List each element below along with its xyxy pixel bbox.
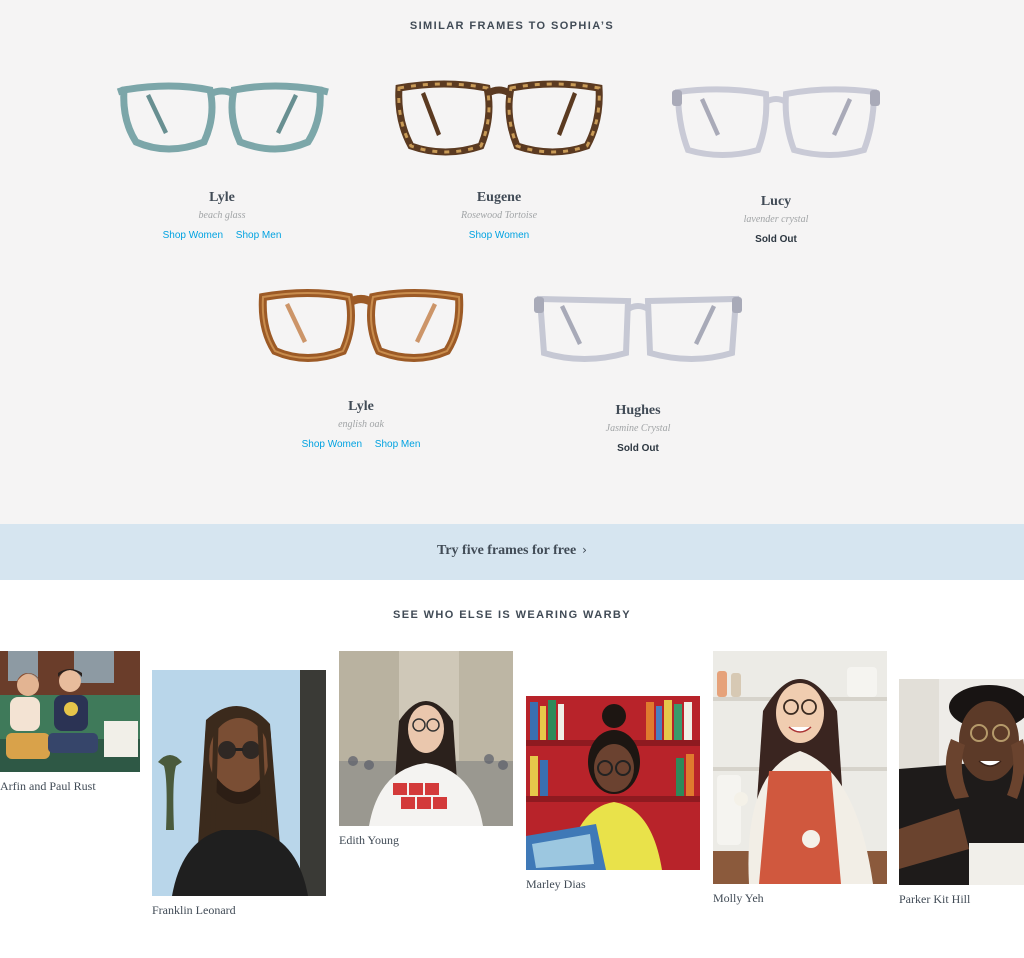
customer-name: Molly Yeh bbox=[713, 891, 764, 905]
frame-actions: Shop Women Shop Men bbox=[241, 439, 481, 455]
customer-photo[interactable] bbox=[152, 670, 326, 896]
frame-actions: Shop Women Shop Men bbox=[102, 230, 342, 246]
frame-color-name: lavender crystal bbox=[743, 214, 809, 225]
glasses-image[interactable] bbox=[664, 80, 888, 170]
similar-frames-section: SIMILAR FRAMES TO SOPHIA’S Lyle beach gl… bbox=[0, 0, 1024, 524]
glasses-image[interactable] bbox=[249, 285, 473, 375]
customer-photo[interactable] bbox=[339, 651, 513, 826]
glasses-image[interactable] bbox=[110, 76, 334, 166]
customer-photo-illustration bbox=[713, 651, 887, 884]
customer-photo[interactable] bbox=[899, 679, 1024, 885]
shop-men-link[interactable]: Shop Men bbox=[375, 439, 421, 450]
customer-photo[interactable] bbox=[0, 651, 140, 772]
frame-color-name: beach glass bbox=[198, 210, 246, 221]
frame-name: Eugene bbox=[476, 190, 522, 205]
frame-name: Hughes bbox=[615, 403, 661, 418]
customer-name: Parker Kit Hill bbox=[899, 892, 971, 906]
customer-card-marley-dias[interactable]: Marley Dias bbox=[526, 696, 700, 892]
shop-women-link[interactable]: Shop Women bbox=[469, 230, 529, 241]
frame-actions: Sold Out bbox=[656, 234, 896, 250]
sold-out-label: Sold Out bbox=[755, 234, 797, 245]
shop-women-link[interactable]: Shop Women bbox=[163, 230, 223, 241]
customer-card-molly-yeh[interactable]: Molly Yeh bbox=[713, 651, 887, 906]
frame-card-lucy-lavender-crystal[interactable]: Lucy lavender crystal Sold Out bbox=[656, 80, 896, 250]
customer-name: Marley Dias bbox=[526, 877, 586, 891]
customer-card-arfin-and-paul-rust[interactable]: Arfin and Paul Rust bbox=[0, 651, 140, 794]
frame-card-lyle-beach-glass[interactable]: Lyle beach glass Shop Women Shop Men bbox=[102, 76, 342, 246]
page: SIMILAR FRAMES TO SOPHIA’S Lyle beach gl… bbox=[0, 0, 1024, 958]
customer-name: Franklin Leonard bbox=[152, 903, 236, 917]
customer-card-franklin-leonard[interactable]: Franklin Leonard bbox=[152, 670, 326, 918]
try-five-frames-banner[interactable]: Try five frames for free › bbox=[0, 524, 1024, 580]
frame-actions: Shop Women bbox=[379, 230, 619, 246]
customer-name: Edith Young bbox=[339, 833, 400, 847]
customer-photo-illustration bbox=[899, 679, 1024, 885]
customers-heading: SEE WHO ELSE IS WEARING WARBY bbox=[392, 609, 631, 621]
customer-photo[interactable] bbox=[713, 651, 887, 884]
customer-photo-illustration bbox=[526, 696, 700, 870]
glasses-image[interactable] bbox=[387, 76, 611, 166]
frame-color-name: Jasmine Crystal bbox=[605, 423, 671, 434]
frame-card-hughes-jasmine-crystal[interactable]: Hughes Jasmine Crystal Sold Out bbox=[518, 289, 758, 459]
customer-name: Arfin and Paul Rust bbox=[0, 779, 96, 793]
customer-card-parker-kit-hill[interactable]: Parker Kit Hill bbox=[899, 679, 1024, 907]
frame-actions: Sold Out bbox=[518, 443, 758, 459]
customer-photo-illustration bbox=[0, 651, 140, 772]
sold-out-label: Sold Out bbox=[617, 443, 659, 454]
frame-card-lyle-english-oak[interactable]: Lyle english oak Shop Women Shop Men bbox=[241, 285, 481, 455]
customer-photo-illustration bbox=[152, 670, 326, 896]
frame-color-name: Rosewood Tortoise bbox=[460, 210, 538, 221]
glasses-image[interactable] bbox=[526, 289, 750, 379]
customer-photo[interactable] bbox=[526, 696, 700, 870]
similar-frames-heading: SIMILAR FRAMES TO SOPHIA’S bbox=[409, 20, 615, 32]
customer-photo-illustration bbox=[339, 651, 513, 826]
shop-women-link[interactable]: Shop Women bbox=[302, 439, 362, 450]
frame-color-name: english oak bbox=[338, 419, 384, 430]
customer-card-edith-young[interactable]: Edith Young bbox=[339, 651, 513, 848]
chevron-right-icon[interactable]: › bbox=[582, 543, 587, 557]
shop-men-link[interactable]: Shop Men bbox=[236, 230, 282, 241]
frame-name: Lyle bbox=[209, 190, 235, 205]
frame-card-eugene-rosewood-tortoise[interactable]: Eugene Rosewood Tortoise Shop Women bbox=[379, 76, 619, 246]
frame-name: Lucy bbox=[760, 194, 792, 209]
banner-label[interactable]: Try five frames for free bbox=[437, 543, 576, 559]
frame-name: Lyle bbox=[348, 399, 374, 414]
